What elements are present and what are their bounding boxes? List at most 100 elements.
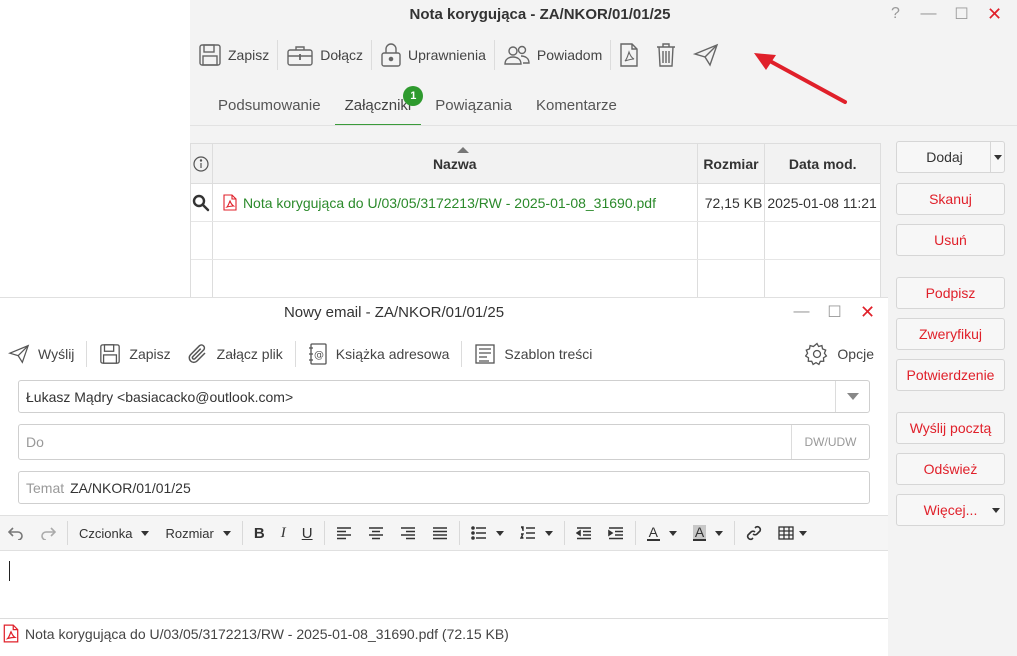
pdf-file-icon	[3, 624, 19, 643]
toolbar-divider	[634, 521, 636, 545]
notify-button[interactable]: Powiadom	[495, 38, 610, 72]
grid-header: Nazwa Rozmiar Data mod.	[191, 144, 880, 184]
email-minimize-button[interactable]: —	[785, 302, 818, 322]
trash-icon	[655, 42, 677, 68]
align-left-icon	[336, 527, 351, 540]
numbered-list-button[interactable]	[512, 515, 561, 551]
empty-row	[191, 222, 880, 260]
close-button[interactable]: ✕	[978, 4, 1011, 24]
file-name-cell[interactable]: Nota korygująca do U/03/05/3172213/RW - …	[213, 184, 698, 221]
email-maximize-button[interactable]: ☐	[818, 302, 851, 322]
scan-button[interactable]: Skanuj	[896, 183, 1005, 215]
options-button[interactable]: Opcje	[797, 338, 882, 370]
text-color-button[interactable]: A	[639, 515, 685, 551]
bold-button[interactable]: B	[246, 515, 273, 551]
minimize-button[interactable]: —	[912, 4, 945, 24]
document-toolbar: Zapisz Dołącz Uprawnienia Powiadom	[190, 38, 727, 72]
align-center-button[interactable]	[360, 515, 392, 551]
email-toolbar: Wyślij Zapisz Załącz plik @ Książka adre…	[0, 338, 888, 370]
users-icon	[503, 44, 531, 66]
save-button[interactable]: Zapisz	[190, 38, 277, 72]
delete-button[interactable]	[647, 38, 685, 72]
message-body-editor[interactable]	[0, 552, 888, 618]
insert-link-button[interactable]	[738, 515, 770, 551]
refresh-button[interactable]: Odśwież	[896, 453, 1005, 485]
name-column-header[interactable]: Nazwa	[213, 144, 698, 183]
add-button[interactable]: Dodaj	[896, 141, 1005, 173]
attachment-name: Nota korygująca do U/03/05/3172213/RW - …	[25, 625, 509, 642]
bullet-list-button[interactable]	[463, 515, 512, 551]
chevron-down-icon	[495, 530, 504, 536]
underline-button[interactable]: U	[294, 515, 321, 551]
link-icon	[747, 525, 762, 541]
delete-attachment-button[interactable]: Usuń	[896, 224, 1005, 256]
outdent-button[interactable]	[568, 515, 600, 551]
toolbar-divider	[294, 341, 296, 367]
email-close-button[interactable]: ✕	[851, 302, 884, 322]
verify-button[interactable]: Zweryfikuj	[896, 318, 1005, 350]
more-button[interactable]: Więcej...	[896, 494, 1005, 526]
font-size-select[interactable]: Rozmiar	[157, 515, 238, 551]
undo-button[interactable]	[0, 515, 32, 551]
text-cursor	[9, 561, 10, 581]
to-input[interactable]	[19, 425, 791, 459]
pdf-button[interactable]	[611, 38, 647, 72]
insert-table-button[interactable]	[770, 515, 815, 551]
from-select[interactable]: Łukasz Mądry <basiacacko@outlook.com>	[18, 380, 870, 413]
font-family-select[interactable]: Czcionka	[71, 515, 157, 551]
from-dropdown-toggle[interactable]	[835, 381, 869, 412]
address-book-button[interactable]: @ Książka adresowa	[300, 338, 458, 370]
italic-button[interactable]: I	[273, 515, 294, 551]
tab-relations[interactable]: Powiązania	[425, 86, 522, 126]
tab-comments[interactable]: Komentarze	[526, 86, 627, 126]
attach-file-button[interactable]: Załącz plik	[179, 338, 291, 370]
send-button[interactable]	[685, 38, 727, 72]
sign-button[interactable]: Podpisz	[896, 277, 1005, 309]
empty-cell	[698, 222, 766, 259]
red-arrow-annotation	[754, 53, 847, 104]
background-color-button[interactable]: A	[685, 515, 731, 551]
file-name: Nota korygująca do U/03/05/3172213/RW - …	[242, 194, 656, 211]
subject-label: Temat	[26, 479, 65, 496]
template-icon	[475, 344, 496, 364]
size-column-header[interactable]: Rozmiar	[698, 144, 766, 183]
add-label: Dodaj	[926, 149, 963, 165]
confirmation-button[interactable]: Potwierdzenie	[896, 359, 1005, 391]
tab-summary[interactable]: Podsumowanie	[208, 86, 331, 126]
save-email-button[interactable]: Zapisz	[91, 338, 178, 370]
bold-icon: B	[253, 524, 265, 542]
permissions-button[interactable]: Uprawnienia	[372, 38, 494, 72]
table-icon	[778, 526, 794, 540]
attachment-item[interactable]: Nota korygująca do U/03/05/3172213/RW - …	[0, 618, 888, 648]
window-controls: ? — ☐ ✕	[879, 4, 1011, 24]
align-right-button[interactable]	[392, 515, 424, 551]
empty-cell	[191, 222, 213, 259]
tab-attachments[interactable]: Załączniki 1	[334, 86, 424, 126]
attach-button[interactable]: Dołącz	[278, 38, 371, 72]
floppy-icon	[198, 43, 222, 67]
options-label: Opcje	[837, 346, 874, 362]
toolbar-divider	[563, 521, 565, 545]
chevron-down-icon	[141, 530, 150, 536]
redo-button[interactable]	[32, 515, 64, 551]
font-family-label: Czcionka	[79, 525, 133, 541]
chevron-down-icon	[799, 530, 808, 536]
align-left-button[interactable]	[328, 515, 360, 551]
justify-button[interactable]	[424, 515, 456, 551]
cc-bcc-button[interactable]: DW/UDW	[791, 425, 869, 459]
chevron-down-icon	[222, 530, 231, 536]
subject-field[interactable]: Temat ZA/NKOR/01/01/25	[18, 471, 870, 504]
preview-cell[interactable]	[191, 184, 213, 221]
add-dropdown-toggle[interactable]	[990, 142, 1004, 172]
table-row[interactable]: Nota korygująca do U/03/05/3172213/RW - …	[191, 184, 880, 222]
maximize-button[interactable]: ☐	[945, 4, 978, 24]
email-window-controls: — ☐ ✕	[785, 302, 884, 322]
template-button[interactable]: Szablon treści	[466, 338, 600, 370]
send-mail-button[interactable]: Wyślij pocztą	[896, 412, 1005, 444]
align-center-icon	[368, 527, 383, 540]
help-button[interactable]: ?	[879, 4, 912, 24]
date-column-header[interactable]: Data mod.	[765, 144, 880, 183]
indent-button[interactable]	[600, 515, 632, 551]
send-email-button[interactable]: Wyślij	[0, 338, 82, 370]
redo-icon	[41, 527, 56, 540]
